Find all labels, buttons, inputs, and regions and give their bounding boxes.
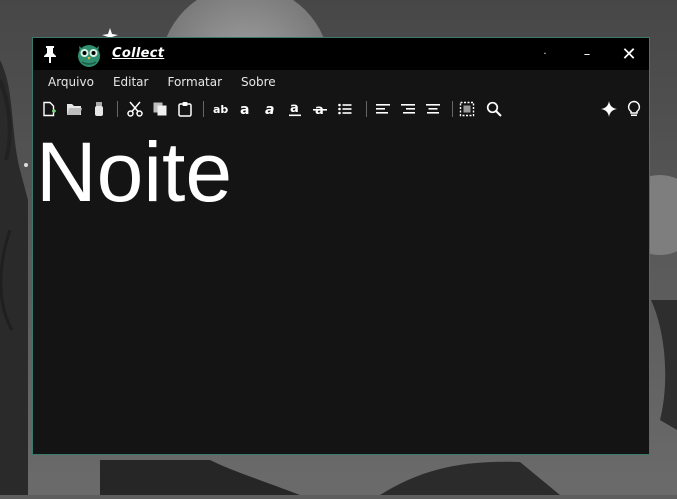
copy-icon[interactable]: [150, 99, 170, 119]
bullet-list-icon[interactable]: [335, 99, 355, 119]
underline-icon[interactable]: a: [285, 99, 305, 119]
minimize-button[interactable]: –: [567, 38, 607, 70]
close-button[interactable]: ✕: [609, 38, 649, 70]
align-center-icon[interactable]: [423, 99, 443, 119]
window-dot-button[interactable]: ·: [525, 38, 565, 70]
strikethrough-icon[interactable]: a: [310, 99, 330, 119]
document-text[interactable]: Noite: [36, 130, 232, 214]
pin-icon[interactable]: [42, 44, 58, 68]
toolbar-separator: [366, 101, 367, 117]
svg-text:a: a: [240, 102, 249, 117]
app-window: Collect · – ✕ Arquivo Editar Formatar So…: [32, 37, 650, 455]
toolbar-separator: [117, 101, 118, 117]
menu-arquivo[interactable]: Arquivo: [48, 75, 94, 89]
owl-logo-icon: [75, 40, 103, 72]
new-file-icon[interactable]: [39, 99, 59, 119]
bold-icon[interactable]: a: [235, 99, 255, 119]
paste-icon[interactable]: [175, 99, 195, 119]
menu-editar[interactable]: Editar: [113, 75, 149, 89]
menu-formatar[interactable]: Formatar: [167, 75, 222, 89]
toolbar-separator: [203, 101, 204, 117]
menu-bar: Arquivo Editar Formatar Sobre: [33, 70, 649, 94]
select-all-icon[interactable]: [457, 99, 477, 119]
usb-drive-icon[interactable]: [89, 99, 109, 119]
italic-icon[interactable]: a: [260, 99, 280, 119]
svg-text:a: a: [265, 102, 274, 117]
app-title: Collect: [112, 46, 165, 61]
open-folder-icon[interactable]: [64, 99, 84, 119]
align-left-icon[interactable]: [373, 99, 393, 119]
sparkle-icon[interactable]: [599, 99, 619, 119]
svg-text:a: a: [290, 101, 299, 116]
menu-sobre[interactable]: Sobre: [241, 75, 276, 89]
lightbulb-icon[interactable]: [624, 99, 644, 119]
cut-icon[interactable]: [125, 99, 145, 119]
toolbar: ab a a a a: [33, 94, 649, 124]
align-right-icon[interactable]: [398, 99, 418, 119]
title-bar[interactable]: Collect · – ✕: [33, 38, 649, 70]
font-size-icon[interactable]: ab: [210, 99, 230, 119]
svg-text:ab: ab: [213, 103, 228, 116]
search-icon[interactable]: [484, 99, 504, 119]
toolbar-separator: [452, 101, 453, 117]
